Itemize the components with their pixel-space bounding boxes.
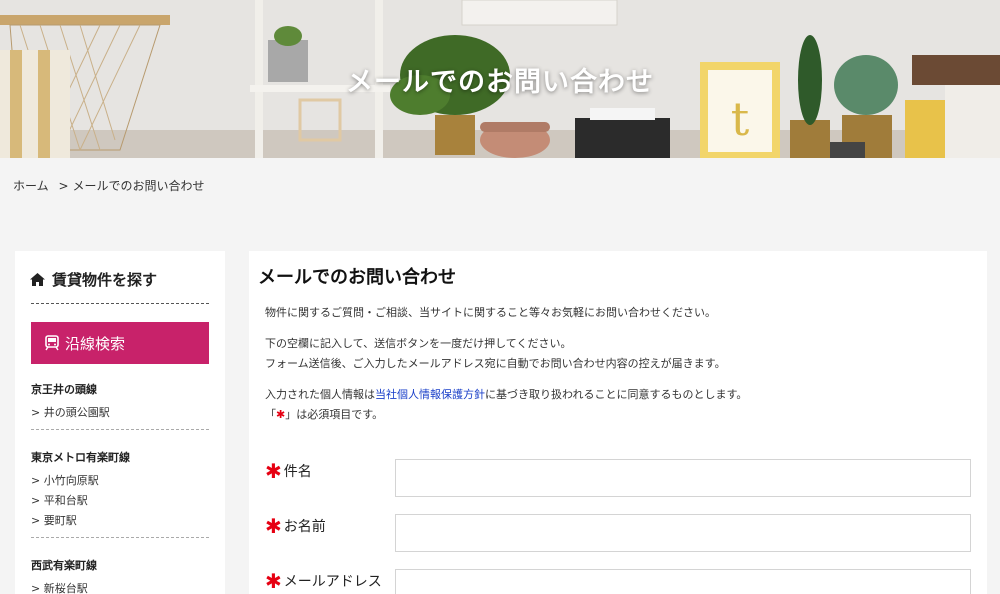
station-link[interactable]: > 平和台駅: [31, 491, 209, 511]
hero-title: メールでのお問い合わせ: [346, 67, 654, 98]
svg-text:t: t: [731, 92, 750, 146]
sidebar: 賃貸物件を探す 沿線検索 京王井の頭線 > 井の頭公園駅 東京メトロ有楽町線 >…: [15, 251, 225, 594]
breadcrumb-home-link[interactable]: ホーム: [13, 179, 49, 193]
sidebar-heading: 賃貸物件を探す: [29, 269, 157, 290]
intro-text: 物件に関するご質問・ご相談、当サイトに関すること等々お気軽にお問い合わせください…: [265, 306, 716, 319]
breadcrumb-separator: >: [58, 179, 69, 193]
required-star-icon: ✱: [265, 569, 282, 593]
line-name: 東京メトロ有楽町線: [31, 451, 130, 464]
line-name: 西武有楽町線: [31, 559, 97, 572]
station-link[interactable]: > 要町駅: [31, 511, 209, 531]
subject-label: ✱ 件名: [265, 459, 312, 483]
station-link[interactable]: > 新桜台駅: [31, 579, 209, 594]
divider: [31, 537, 209, 538]
main-content: メールでのお問い合わせ 物件に関するご質問・ご相談、当サイトに関すること等々お気…: [249, 251, 987, 594]
required-star-icon: ✱: [265, 459, 282, 483]
hero-banner: t メールでのお問い合わせ: [0, 0, 1000, 158]
instruction-line-1: 下の空欄に記入して、送信ボタンを一度だけ押してください。: [265, 337, 572, 350]
home-icon: [30, 273, 45, 286]
privacy-text-pre: 入力された個人情報は: [265, 388, 375, 401]
email-label: ✱ メールアドレス: [265, 569, 382, 593]
line-group-seibu-yurakucho: 西武有楽町線 > 新桜台駅: [31, 557, 209, 594]
subject-input[interactable]: [395, 459, 971, 497]
instruction-line-2: フォーム送信後、ご入力したメールアドレス宛に自動でお問い合わせ内容の控えが届きま…: [265, 357, 726, 370]
line-name: 京王井の頭線: [31, 383, 97, 396]
privacy-text: 入力された個人情報は当社個人情報保護方針に基づき取り扱われることに同意するものと…: [265, 385, 747, 425]
name-label: ✱ お名前: [265, 514, 326, 538]
instruction-text: 下の空欄に記入して、送信ボタンを一度だけ押してください。 フォーム送信後、ご入力…: [265, 334, 726, 374]
divider: [31, 429, 209, 430]
line-group-yurakucho: 東京メトロ有楽町線 > 小竹向原駅 > 平和台駅 > 要町駅: [31, 449, 209, 538]
page-title: メールでのお問い合わせ: [258, 267, 456, 288]
required-note-close: 」は必須項目です。: [285, 408, 384, 421]
divider: [31, 303, 209, 304]
station-link[interactable]: > 井の頭公園駅: [31, 403, 209, 423]
train-icon: [45, 335, 59, 351]
required-note-open: 「: [265, 408, 276, 421]
required-star-icon: ✱: [265, 514, 282, 538]
required-mark-icon: ✱: [276, 408, 286, 421]
privacy-policy-link[interactable]: 当社個人情報保護方針: [375, 388, 485, 401]
name-input[interactable]: [395, 514, 971, 552]
email-input[interactable]: [395, 569, 971, 594]
line-search-label: 沿線検索: [65, 334, 126, 353]
breadcrumb-current: メールでのお問い合わせ: [72, 179, 205, 193]
privacy-text-post: に基づき取り扱われることに同意するものとします。: [485, 388, 748, 401]
line-search-button[interactable]: 沿線検索: [31, 322, 209, 364]
sidebar-heading-label: 賃貸物件を探す: [52, 271, 158, 289]
station-link[interactable]: > 小竹向原駅: [31, 471, 209, 491]
line-group-keio-inokashira: 京王井の頭線 > 井の頭公園駅: [31, 381, 209, 430]
breadcrumb: ホーム > メールでのお問い合わせ: [13, 177, 211, 194]
